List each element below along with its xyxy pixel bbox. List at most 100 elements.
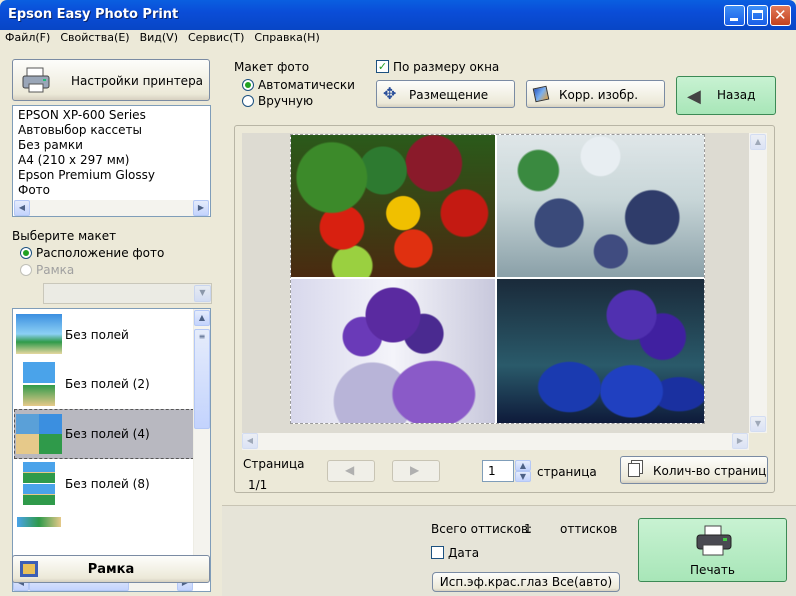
window-title: Epson Easy Photo Print <box>8 7 179 22</box>
scroll-right-button[interactable]: ▶ <box>193 200 209 216</box>
close-icon: ✕ <box>774 6 787 24</box>
page-value: 1/1 <box>248 478 268 492</box>
printer-info-border: Без рамки <box>18 138 83 152</box>
bottom-panel: Всего оттисков: 1 оттисков Дата Исп.эф.к… <box>222 505 796 596</box>
copies-input[interactable]: 1 <box>482 460 514 482</box>
correct-image-button[interactable]: Корр. изобр. <box>526 80 665 108</box>
num-pages-button[interactable]: Колич-во страниц <box>620 456 768 484</box>
auto-layout-label: Автоматически <box>258 78 355 92</box>
layout-list-vscrollbar[interactable]: ▲ ≡ ▼ <box>193 309 210 575</box>
printer-settings-label: Настройки принтера <box>71 74 204 88</box>
printer-settings-button[interactable]: Настройки принтера <box>12 59 210 101</box>
photo-vegetables[interactable] <box>291 135 495 277</box>
layout-item-label-1: Без полей <box>65 328 129 342</box>
copies-up-button[interactable]: ▲ <box>515 460 531 471</box>
photo-flowers-vase[interactable] <box>291 279 495 423</box>
scroll-down-button[interactable]: ▼ <box>750 416 766 432</box>
photo-layout-radio[interactable] <box>20 247 32 259</box>
layout-item-borderless[interactable]: Без полей <box>14 310 194 358</box>
next-arrow-icon: ▶ <box>410 463 420 477</box>
menu-bar: Файл(F) Свойства(E) Вид(V) Сервис(T) Справка… <box>0 30 796 48</box>
printer-info-paper-type: Epson Premium Glossy <box>18 168 156 182</box>
manual-layout-label: Вручную <box>258 94 314 108</box>
maximize-icon <box>752 10 763 20</box>
image-correct-icon <box>532 85 550 103</box>
page-label: Страница <box>243 457 305 471</box>
layout-item-label-4: Без полей (8) <box>65 477 150 491</box>
photo-plums[interactable] <box>497 135 704 277</box>
total-prints-value: 1 <box>524 522 532 536</box>
minimize-icon <box>730 18 738 21</box>
scroll-up-button[interactable]: ▲ <box>194 310 210 326</box>
scroll-right-button[interactable]: ▶ <box>732 433 748 449</box>
title-bar: Epson Easy Photo Print ✕ <box>0 0 796 30</box>
red-eye-label: Исп.эф.крас.глаз Все(авто) <box>439 575 613 589</box>
layout-thumb-4 <box>23 462 55 506</box>
preview-hscrollbar[interactable]: ◀ ▶ <box>242 433 749 450</box>
manual-layout-radio[interactable] <box>242 95 254 107</box>
copies-unit: страница <box>537 465 597 479</box>
placement-label: Размещение <box>409 88 489 102</box>
next-page-button[interactable]: ▶ <box>392 460 440 482</box>
frame-dropdown[interactable]: ▼ <box>43 283 212 304</box>
layout-thumb-2 <box>23 362 55 406</box>
photo-layout-title: Макет фото <box>234 60 310 74</box>
menu-view[interactable]: Вид(V) <box>135 30 183 45</box>
printer-info-hscrollbar[interactable]: ◀ ▶ <box>14 200 209 216</box>
printer-icon <box>695 525 733 557</box>
photo-layout-label: Расположение фото <box>36 246 165 260</box>
printer-info-quality: Фото <box>18 183 51 197</box>
back-button[interactable]: ◀ Назад <box>676 76 776 115</box>
printer-info-tray: Автовыбор кассеты <box>18 123 142 137</box>
maximize-button[interactable] <box>747 5 768 26</box>
scroll-left-button[interactable]: ◀ <box>242 433 258 449</box>
page-preview <box>290 134 705 424</box>
fit-window-checkbox[interactable]: ✓ <box>376 60 389 73</box>
red-eye-button[interactable]: Исп.эф.крас.глаз Все(авто) <box>432 572 620 592</box>
date-label: Дата <box>448 546 480 560</box>
back-arrow-icon: ◀ <box>687 86 701 107</box>
menu-file[interactable]: Файл(F) <box>0 30 55 45</box>
date-checkbox[interactable] <box>431 546 444 559</box>
total-prints-label: Всего оттисков: <box>431 522 533 536</box>
correct-image-label: Корр. изобр. <box>559 88 639 102</box>
photo-blue-pottery[interactable] <box>497 279 704 423</box>
layout-thumb-1 <box>16 314 62 354</box>
move-arrows-icon: ✥ <box>383 84 397 103</box>
scroll-thumb[interactable]: ≡ <box>194 329 210 429</box>
frame-radio-label: Рамка <box>36 263 75 277</box>
back-label: Назад <box>717 88 756 102</box>
printer-info-paper-size: A4 (210 x 297 мм) <box>18 153 130 167</box>
auto-layout-radio[interactable] <box>242 79 254 91</box>
layout-thumb-5-partial <box>17 517 61 527</box>
frame-radio[interactable] <box>20 264 32 276</box>
layout-item-borderless-4[interactable]: Без полей (4) <box>14 409 194 459</box>
menu-properties[interactable]: Свойства(E) <box>55 30 134 45</box>
minimize-button[interactable] <box>724 5 745 26</box>
close-button[interactable]: ✕ <box>770 5 791 26</box>
frame-button[interactable]: Рамка <box>12 555 210 583</box>
prev-page-button[interactable]: ◀ <box>327 460 375 482</box>
menu-help[interactable]: Справка(H) <box>249 30 324 45</box>
printer-info-model: EPSON XP-600 Series <box>18 108 146 122</box>
layout-list: Без полей Без полей (2) Без полей (4) Бе… <box>12 308 211 592</box>
scroll-left-button[interactable]: ◀ <box>14 200 30 216</box>
menu-tools[interactable]: Сервис(T) <box>183 30 249 45</box>
printer-settings-icon <box>21 66 51 94</box>
layout-select-title: Выберите макет <box>12 229 117 243</box>
layout-item-borderless-8[interactable]: Без полей (8) <box>14 460 194 508</box>
placement-button[interactable]: ✥ Размещение <box>376 80 515 108</box>
copies-down-button[interactable]: ▼ <box>515 471 531 482</box>
chevron-down-icon[interactable]: ▼ <box>194 285 211 302</box>
fit-window-label: По размеру окна <box>393 60 500 74</box>
preview-frame: ▲ ▼ ◀ ▶ Страница 1/1 ◀ ▶ 1 ▲ ▼ страница … <box>234 125 775 493</box>
pages-icon <box>628 463 640 477</box>
total-prints-unit: оттисков <box>560 522 618 536</box>
layout-item-borderless-2[interactable]: Без полей (2) <box>14 360 194 408</box>
print-label: Печать <box>690 563 735 577</box>
layout-item-label-3: Без полей (4) <box>65 427 150 441</box>
print-button[interactable]: Печать <box>638 518 787 582</box>
scroll-up-button[interactable]: ▲ <box>750 134 766 150</box>
frame-button-label: Рамка <box>87 562 135 577</box>
preview-vscrollbar[interactable]: ▲ ▼ <box>749 133 767 433</box>
